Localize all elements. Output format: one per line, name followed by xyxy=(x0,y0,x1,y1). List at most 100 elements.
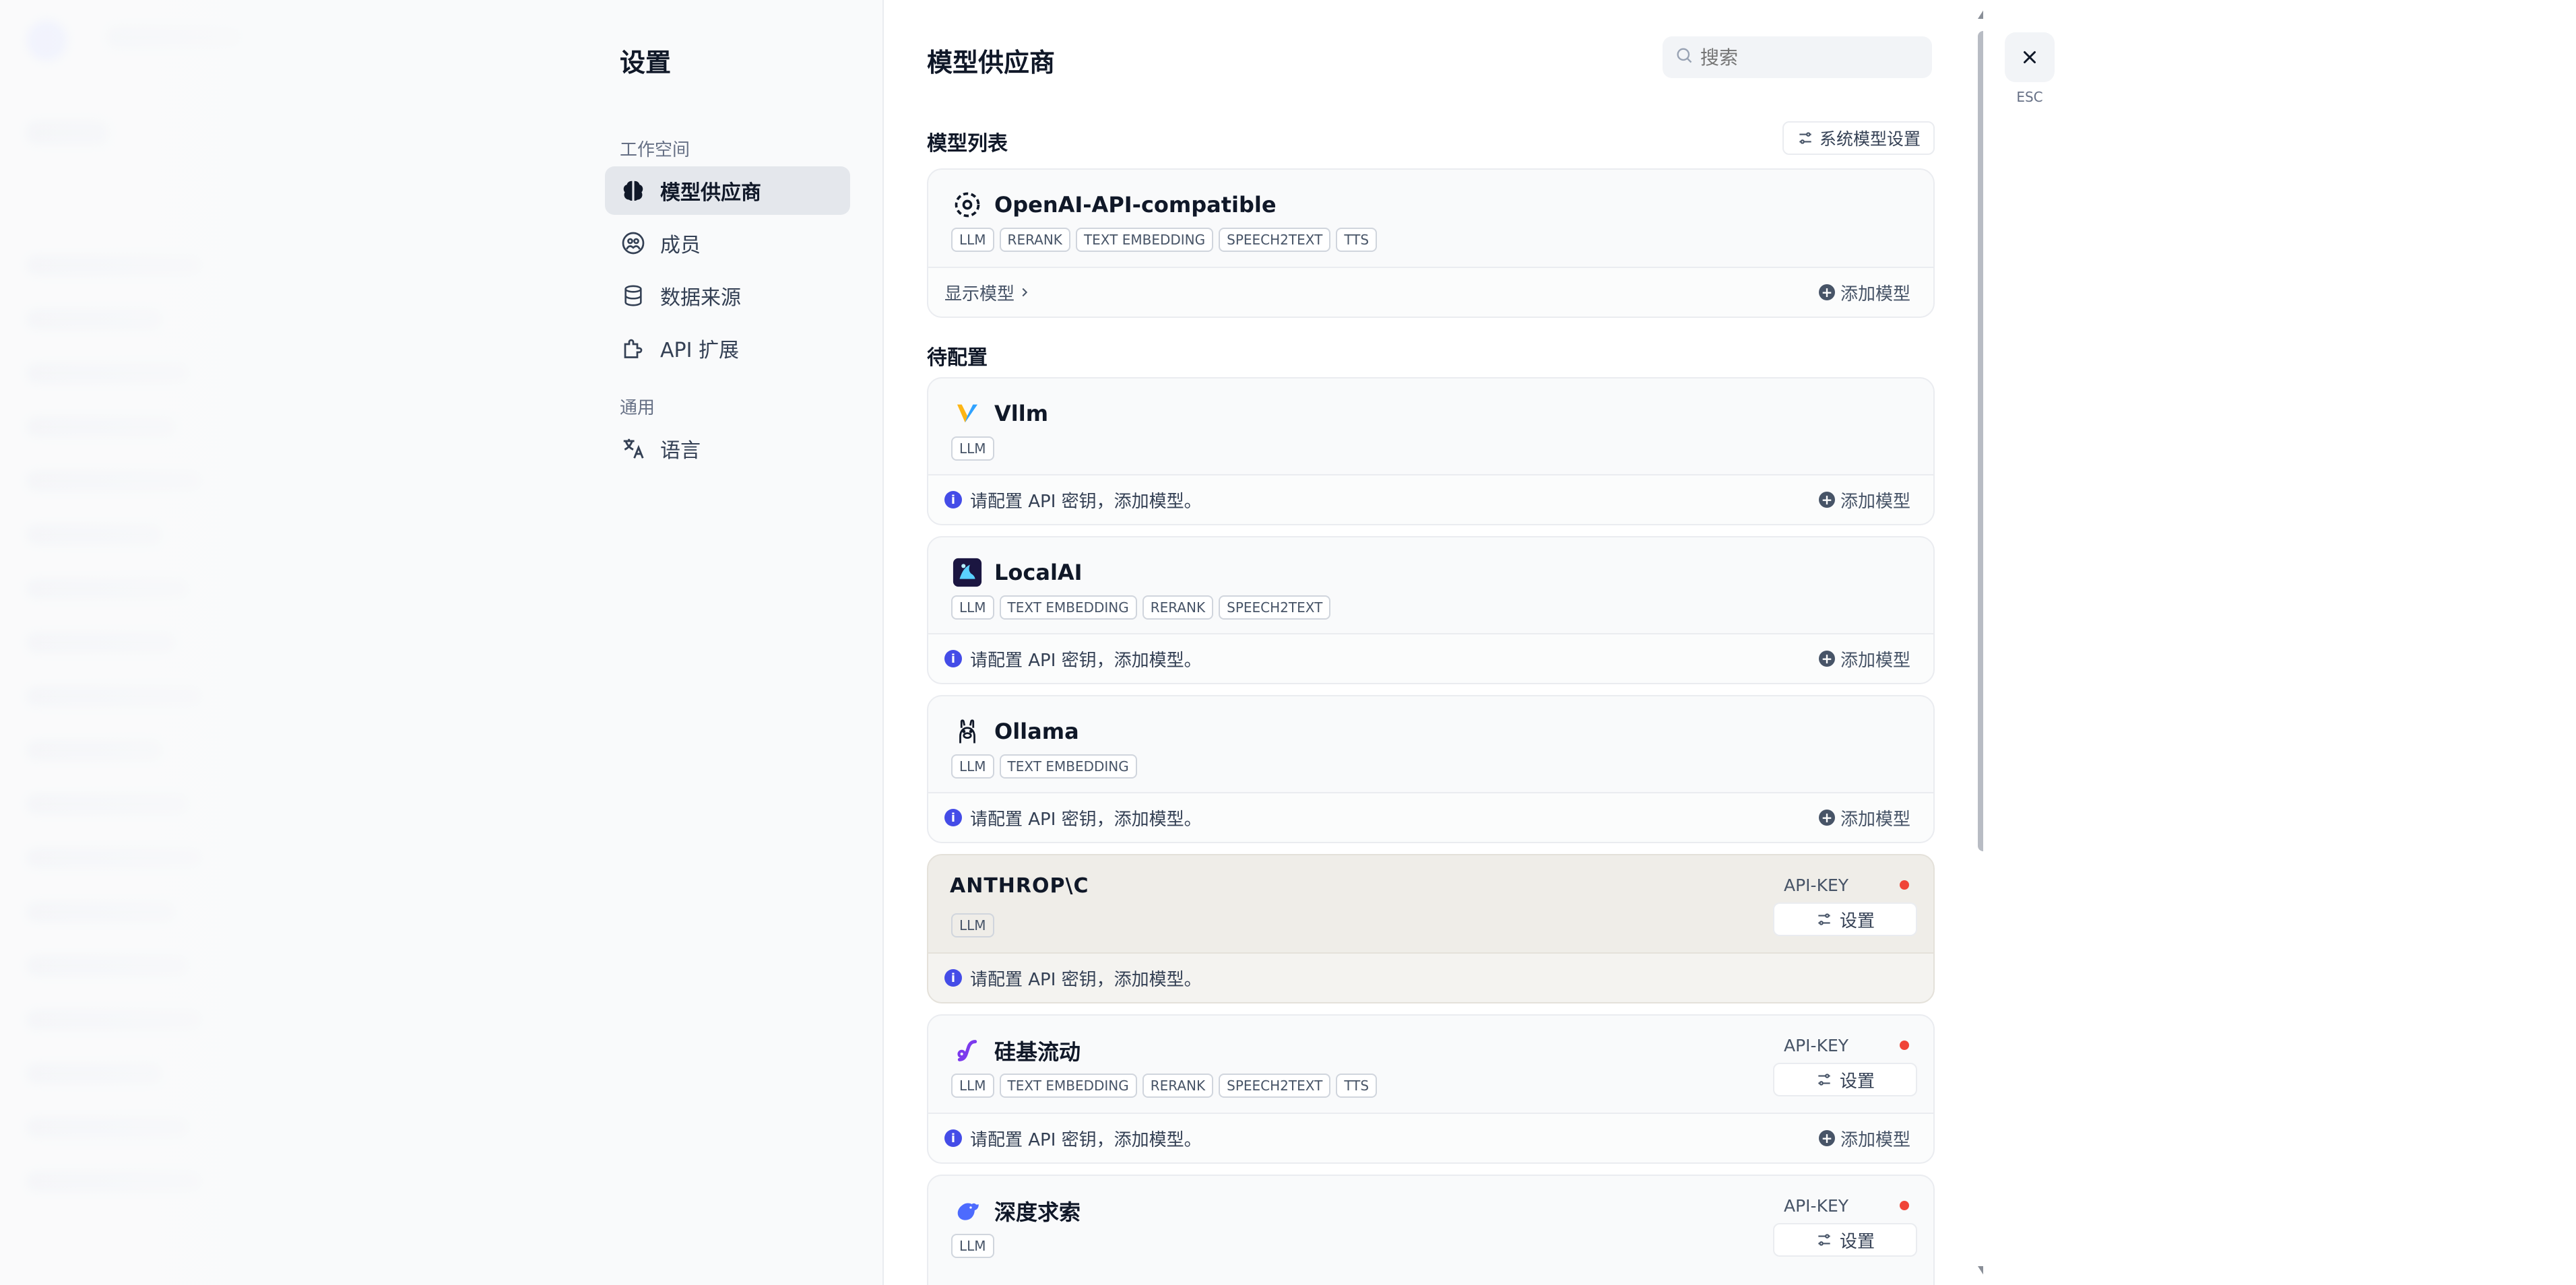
sliders-icon xyxy=(1818,913,1830,925)
sliders-icon xyxy=(1818,1074,1830,1086)
provider-name: 硅基流动 xyxy=(994,1039,1081,1065)
api-key-status: API-KEY xyxy=(1773,1030,1917,1060)
add-model-label: 添加模型 xyxy=(1840,491,1910,512)
chevron-right-icon xyxy=(1022,288,1028,297)
close-icon xyxy=(2024,51,2036,63)
add-model-button[interactable]: + 添加模型 xyxy=(1818,1126,1910,1151)
provider-card-deepseek: 深度求索 LLM API-KEY 设置 xyxy=(927,1175,1935,1285)
provider-settings-button[interactable]: 设置 xyxy=(1773,902,1917,936)
api-key-status: API-KEY xyxy=(1773,1191,1917,1220)
provider-card-localai: LocalAI LLM TEXT EMBEDDING RERANK SPEECH… xyxy=(927,536,1935,684)
provider-card-vllm: Vllm LLM i 请配置 API 密钥，添加模型。 + 添加模型 xyxy=(927,377,1935,525)
esc-hint: ESC xyxy=(2016,89,2043,105)
status-dot-error xyxy=(1900,1201,1909,1210)
search-icon xyxy=(1675,46,1694,69)
system-model-settings-label: 系统模型设置 xyxy=(1819,129,1921,149)
add-model-label: 添加模型 xyxy=(1840,284,1910,304)
info-icon: i xyxy=(944,969,962,987)
plus-circle-icon: + xyxy=(1818,651,1835,667)
openai-compatible-logo-icon xyxy=(951,189,984,221)
localai-logo-icon xyxy=(951,556,984,589)
provider-tags: LLM TEXT EMBEDDING RERANK SPEECH2TEXT TT… xyxy=(951,1074,1378,1098)
modal-right-area xyxy=(1983,0,2576,1285)
general-group-label: 通用 xyxy=(620,398,655,418)
nav-item-members[interactable]: 成员 xyxy=(605,219,850,267)
api-key-status: API-KEY xyxy=(1773,870,1917,900)
info-icon: i xyxy=(944,650,962,667)
translate-icon xyxy=(620,435,647,462)
settings-sidebar: 设置 工作空间 模型供应商 成员 数据来源 API 扩展 通用 语言 xyxy=(0,0,884,1285)
anthropic-logo-wordmark: ANTHROP\C xyxy=(950,874,1089,898)
settings-label: 设置 xyxy=(1839,911,1875,931)
provider-tags: LLM RERANK TEXT EMBEDDING SPEECH2TEXT TT… xyxy=(951,228,1378,252)
add-model-button[interactable]: + 添加模型 xyxy=(1818,805,1910,830)
add-model-button[interactable]: + 添加模型 xyxy=(1818,280,1910,305)
nav-item-data-source[interactable]: 数据来源 xyxy=(605,271,850,320)
model-provider-panel: 模型供应商 模型列表 系统模型设置 OpenAI-API-compatible … xyxy=(884,0,1983,1285)
system-model-settings-button[interactable]: 系统模型设置 xyxy=(1782,121,1935,155)
tag: LLM xyxy=(951,595,994,620)
nav-item-api-extension[interactable]: API 扩展 xyxy=(605,324,850,372)
nav-label: 语言 xyxy=(660,439,701,463)
nav-label: 模型供应商 xyxy=(660,181,761,205)
provider-tags: LLM TEXT EMBEDDING RERANK SPEECH2TEXT xyxy=(951,595,1331,620)
provider-card-openai-compatible: OpenAI-API-compatible LLM RERANK TEXT EM… xyxy=(927,168,1935,318)
info-icon: i xyxy=(944,1129,962,1147)
plus-circle-icon: + xyxy=(1818,1130,1835,1146)
tag: TEXT EMBEDDING xyxy=(999,595,1137,620)
search-input[interactable] xyxy=(1700,46,1916,69)
config-notice: 请配置 API 密钥，添加模型。 xyxy=(970,1129,1202,1150)
tag: TEXT EMBEDDING xyxy=(999,754,1137,779)
workspace-group-label: 工作空间 xyxy=(620,140,690,160)
provider-tags: LLM xyxy=(951,1234,994,1258)
provider-name: LocalAI xyxy=(994,560,1083,585)
tag: RERANK xyxy=(1142,595,1214,620)
status-dot-error xyxy=(1900,1041,1909,1050)
info-icon: i xyxy=(944,809,962,826)
add-model-label: 添加模型 xyxy=(1840,650,1910,671)
add-model-button[interactable]: + 添加模型 xyxy=(1818,647,1910,671)
tag: LLM xyxy=(951,228,994,252)
config-notice: 请配置 API 密钥，添加模型。 xyxy=(970,491,1202,512)
tag: LLM xyxy=(951,913,994,937)
sliders-icon xyxy=(1799,132,1811,144)
add-model-label: 添加模型 xyxy=(1840,1129,1910,1150)
pending-config-heading: 待配置 xyxy=(927,346,988,370)
nav-label: 成员 xyxy=(660,234,701,257)
tag: LLM xyxy=(951,436,994,461)
api-key-panel: API-KEY 设置 xyxy=(1773,1030,1917,1096)
provider-settings-button[interactable]: 设置 xyxy=(1773,1223,1917,1257)
provider-settings-button[interactable]: 设置 xyxy=(1773,1063,1917,1096)
add-model-button[interactable]: + 添加模型 xyxy=(1818,488,1910,513)
plus-circle-icon: + xyxy=(1818,810,1835,826)
tag: LLM xyxy=(951,754,994,779)
nav-item-model-provider[interactable]: 模型供应商 xyxy=(605,166,850,215)
api-key-label: API-KEY xyxy=(1784,1035,1849,1055)
tag: TEXT EMBEDDING xyxy=(1075,228,1214,252)
ollama-logo-icon xyxy=(951,715,984,748)
tag: SPEECH2TEXT xyxy=(1219,228,1331,252)
settings-label: 设置 xyxy=(1839,1231,1875,1252)
search-box[interactable] xyxy=(1663,36,1932,78)
show-models-toggle[interactable]: 显示模型 xyxy=(944,280,1032,305)
nav-label: API 扩展 xyxy=(660,339,739,362)
provider-card-anthropic: ANTHROP\C LLM API-KEY 设置 i 请配置 API 密钥，添加… xyxy=(927,854,1935,1003)
api-key-label: API-KEY xyxy=(1784,875,1849,895)
tag: RERANK xyxy=(1142,1074,1214,1098)
tag: RERANK xyxy=(999,228,1070,252)
config-notice: 请配置 API 密钥，添加模型。 xyxy=(970,650,1202,671)
database-icon xyxy=(620,282,647,309)
puzzle-icon xyxy=(620,335,647,362)
settings-label: 设置 xyxy=(1839,1071,1875,1092)
brain-icon xyxy=(620,177,647,204)
nav-item-language[interactable]: 语言 xyxy=(605,424,850,473)
deepseek-whale-logo-icon xyxy=(951,1195,984,1227)
tag: TTS xyxy=(1336,228,1378,252)
page-title: 模型供应商 xyxy=(927,48,1056,77)
config-notice: 请配置 API 密钥，添加模型。 xyxy=(970,969,1202,990)
tag: SPEECH2TEXT xyxy=(1219,595,1331,620)
api-key-panel: API-KEY 设置 xyxy=(1773,870,1917,936)
tag: TTS xyxy=(1336,1074,1378,1098)
close-button[interactable] xyxy=(2005,32,2055,82)
provider-name: Vllm xyxy=(994,401,1049,426)
